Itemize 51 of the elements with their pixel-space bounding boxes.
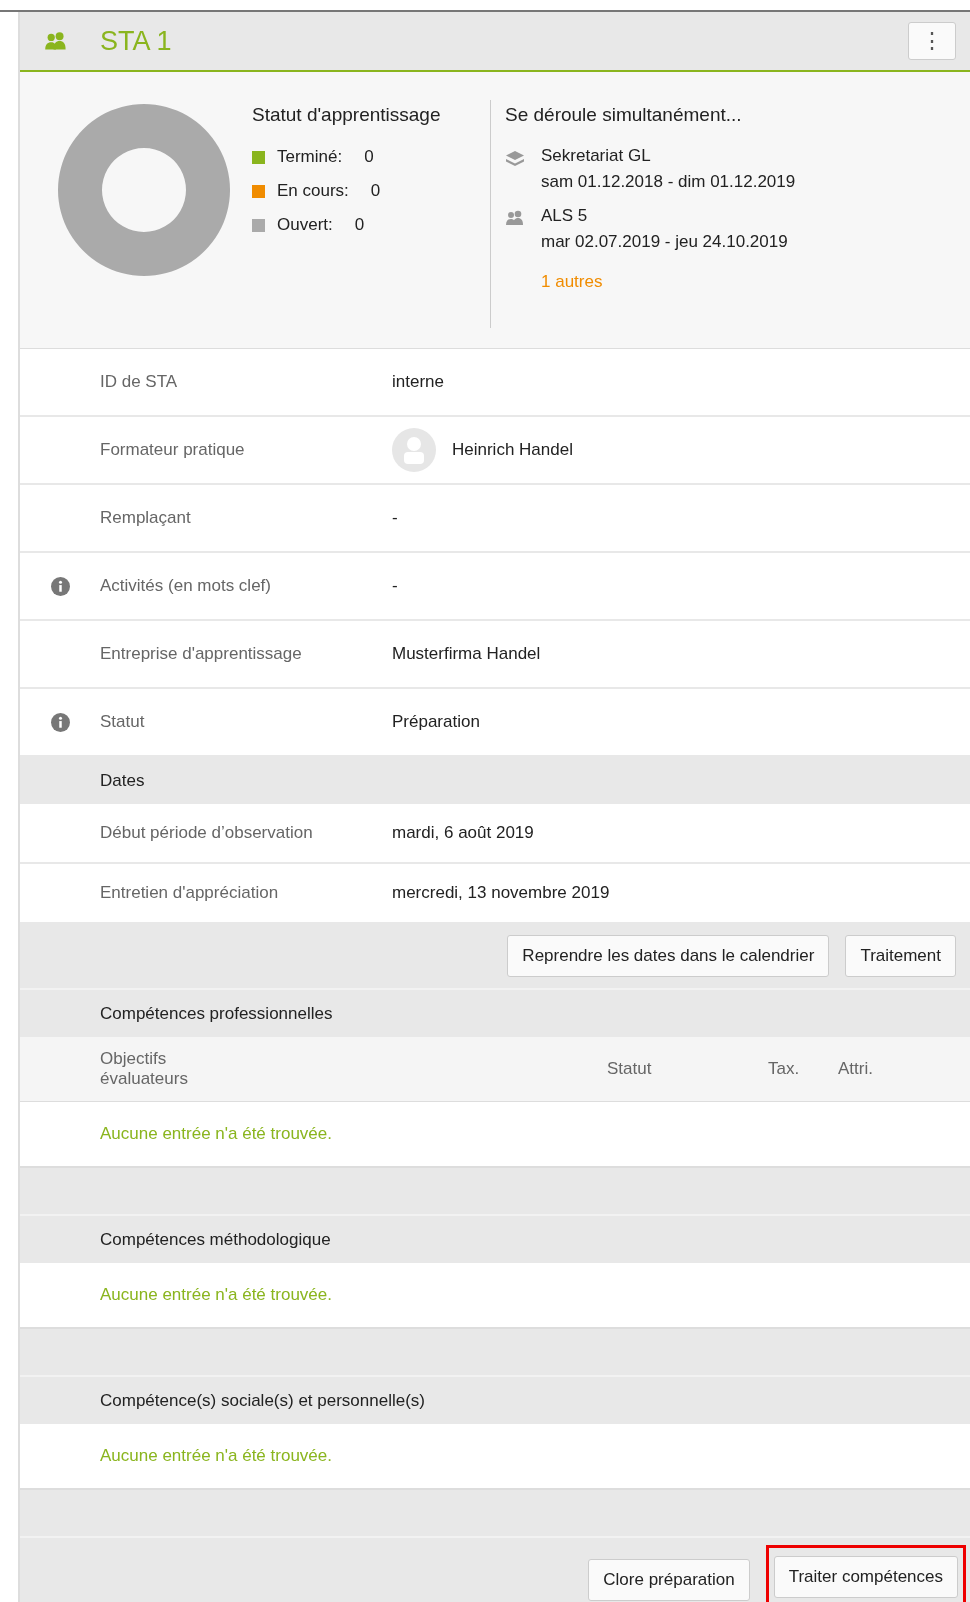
legend-value: 0	[364, 147, 374, 167]
field-label: Début période d’observation	[100, 823, 314, 843]
field-value: Heinrich Handel	[452, 440, 573, 460]
people-icon	[44, 31, 68, 51]
legend-value: 0	[370, 181, 381, 201]
section-title: Se déroule simultanément...	[505, 104, 743, 126]
field-value: -	[392, 576, 398, 596]
field-label: Remplaçant	[100, 508, 192, 528]
field-value: Musterfirma Handel	[392, 644, 541, 664]
section-heading: Compétences professionnelles	[100, 1003, 333, 1024]
column-header: Objectifs évaluateurs	[100, 1049, 189, 1089]
course-name: Sekretariat GL	[541, 146, 652, 166]
empty-message: Aucune entrée n'a été trouvée.	[100, 1124, 332, 1144]
column-header: Attri.	[838, 1059, 873, 1079]
legend-label: En cours:	[277, 181, 349, 201]
action-button[interactable]: Clore préparation	[588, 1559, 750, 1601]
course-dates: mar 02.07.2019 - jeu 24.10.2019	[541, 232, 788, 252]
field-label: Entreprise d'apprentissage	[100, 644, 303, 664]
info-icon	[50, 576, 70, 596]
legend-label: Terminé:	[277, 147, 343, 167]
field-label: Statut	[100, 712, 146, 732]
chart-title: Statut d'apprentissage	[252, 104, 442, 126]
action-button[interactable]: Traitement	[845, 935, 956, 977]
field-value: Préparation	[392, 712, 480, 732]
field-label: Formateur pratique	[100, 440, 246, 460]
section-heading: Dates	[100, 770, 145, 791]
empty-message: Aucune entrée n'a été trouvée.	[100, 1446, 332, 1466]
legend-value: 0	[354, 215, 365, 235]
people-icon	[505, 210, 525, 226]
field-label: Activités (en mots clef)	[100, 576, 272, 596]
column-header: Statut	[607, 1059, 653, 1079]
section-heading: Compétences méthodologique	[100, 1229, 331, 1250]
column-header: Tax.	[768, 1059, 801, 1079]
field-value: mardi, 6 août 2019	[392, 823, 534, 843]
field-label: Entretien d'appréciation	[100, 883, 280, 903]
course-dates: sam 01.12.2018 - dim 01.12.2019	[541, 172, 796, 192]
field-value: mercredi, 13 novembre 2019	[392, 883, 610, 903]
action-button[interactable]: Traiter compétences	[773, 1556, 958, 1598]
course-name: ALS 5	[541, 206, 589, 226]
avatar-icon	[392, 428, 436, 472]
legend-label: Ouvert:	[277, 215, 333, 235]
layers-icon	[505, 150, 525, 168]
field-value: -	[392, 508, 398, 528]
menu-button[interactable]: ⋮	[908, 22, 956, 60]
field-value: interne	[392, 372, 444, 392]
empty-message: Aucune entrée n'a été trouvée.	[100, 1285, 332, 1305]
section-heading: Compétence(s) sociale(s) et personnelle(s)	[100, 1390, 426, 1411]
info-icon	[50, 712, 70, 732]
action-button[interactable]: Reprendre les dates dans le calendrier	[507, 935, 830, 977]
field-label: ID de STA	[100, 372, 179, 392]
panel-title: STA 1	[100, 25, 173, 57]
